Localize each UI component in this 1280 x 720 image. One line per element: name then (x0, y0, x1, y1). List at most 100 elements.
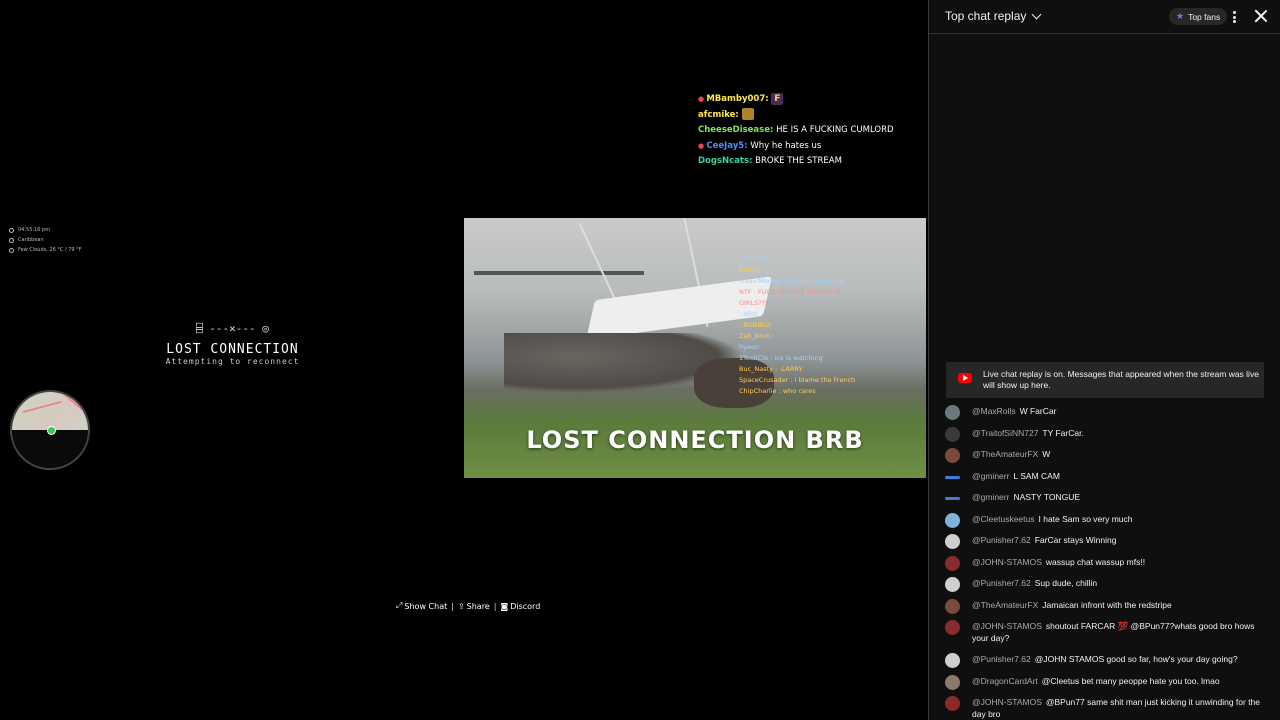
chat-author[interactable]: @gminerr (972, 471, 1009, 481)
avatar[interactable] (945, 653, 960, 668)
chat-author[interactable]: @JOHN-STAMOS (972, 621, 1042, 631)
chat-message[interactable]: @TraitofSiNN727 TY FarCar. (929, 423, 1280, 445)
chat-author[interactable]: @Punisher7.62 (972, 578, 1031, 588)
video-chat-line: SpaceCrusader : I blame the French (739, 376, 856, 384)
video-chat-line: NTF : FUCK UP SHYE INSTED OF (739, 288, 843, 296)
chat-message-text: TY FarCar. (1042, 427, 1084, 438)
stream-chat-text: HE IS A FUCKING CUMLORD (776, 125, 894, 136)
video-chat-line: GIRLS??? (739, 299, 769, 307)
lost-connection-panel: ⌸ ---✕--- ◎ LOST CONNECTION Attempting t… (150, 318, 315, 366)
avatar[interactable] (945, 674, 960, 690)
avatar[interactable] (945, 555, 960, 571)
location-row: Caribbean (9, 235, 82, 245)
chat-message-text: @JOHN STAMOS good so far, how's your day… (1034, 654, 1238, 664)
chat-message-text: L SAM CAM (1013, 470, 1060, 481)
stream-chat-message: CheeseDisease: HE IS A FUCKING CUMLORD (698, 123, 928, 139)
avatar[interactable] (945, 475, 960, 479)
stream-chat-overlay: ● MBamby007: Fafcmike: CheeseDisease: HE… (698, 92, 928, 170)
avatar[interactable] (945, 426, 960, 442)
chat-message[interactable]: @gminerr L SAM CAM (929, 466, 1280, 488)
video-chat-line: 1TestiCle : ice is watching (739, 354, 823, 362)
avatar[interactable] (945, 620, 960, 635)
chat-author[interactable]: @JOHN-STAMOS (972, 697, 1042, 707)
chat-message[interactable]: @Cleetuskeetus I hate Sam so very much (929, 509, 1280, 531)
app-root: 04:55:16 pm Caribbean Few Clouds, 26 °C … (0, 0, 1280, 720)
discord-link[interactable]: ◙ Discord (500, 602, 540, 611)
chat-author[interactable]: @Cleetuskeetus (972, 514, 1035, 524)
top-fans-button[interactable]: ★ Top fans (1169, 8, 1228, 25)
pier (474, 271, 644, 275)
stream-chat-message: ● MBamby007: F (698, 92, 928, 108)
star-icon: ★ (1176, 11, 1185, 21)
chat-message[interactable]: @Punisher7.62 @JOHN STAMOS good so far, h… (929, 649, 1280, 671)
stream-chat-text: Why he hates us (750, 140, 822, 151)
stream-chat-username: CeeJay5: (706, 140, 748, 151)
brb-banner: LOST CONNECTION BRB (526, 426, 864, 454)
show-chat-link[interactable]: ⤢ Show Chat (396, 601, 447, 611)
close-icon[interactable] (1253, 8, 1269, 24)
chat-mode-label: Top chat replay (945, 9, 1027, 23)
chat-message[interactable]: @DragonCardArt @Cleetus bet many peoppe h… (929, 671, 1280, 693)
chat-author[interactable]: @Punisher7.62 (972, 535, 1031, 545)
stream-area: 04:55:16 pm Caribbean Few Clouds, 26 °C … (0, 0, 928, 720)
chat-author[interactable]: @TraitofSiNN727 (972, 428, 1038, 438)
globe-icon: ◎ (262, 322, 269, 335)
chat-message[interactable]: @TheAmateurFX W (929, 444, 1280, 466)
connection-status-icons: ⌸ ---✕--- ◎ (150, 318, 315, 340)
chat-message[interactable]: @TheAmateurFX Jamaican infront with the r… (929, 595, 1280, 617)
avatar[interactable] (945, 534, 960, 549)
avatar[interactable] (945, 405, 960, 420)
video-chat-line: MaxxiMoney : id break skins jaw (739, 277, 845, 285)
discord-icon: ◙ (500, 601, 509, 611)
chat-message-list: @MaxRolls W FarCar @TraitofSiNN727 TY FarCa… (929, 401, 1280, 720)
stream-chat-message: ● CeeJay5: Why he hates us (698, 139, 928, 155)
share-icon: ⇪ (457, 601, 465, 611)
avatar[interactable] (945, 497, 960, 500)
chat-message[interactable]: @MaxRolls W FarCar (929, 401, 1280, 423)
youtube-icon (958, 373, 972, 383)
replay-notice-text: Live chat replay is on. Messages that ap… (983, 369, 1259, 390)
share-link[interactable]: ⇪ Share (458, 602, 490, 611)
video-chat-line: Zah_Bruh : (739, 332, 775, 340)
separator: | (493, 601, 497, 611)
chat-message[interactable]: @JOHN-STAMOS @BPun77 same shit man just k… (929, 692, 1280, 720)
stream-chat-username: DogsNcats: (698, 156, 753, 167)
chat-author[interactable]: @DragonCardArt (972, 676, 1038, 686)
avatar[interactable] (945, 696, 960, 711)
chat-message[interactable]: @JOHN-STAMOS wassup chat wassup mfs!! (929, 552, 1280, 574)
chat-author[interactable]: @Punisher7.62 (972, 654, 1031, 664)
stream-info-overlay: 04:55:16 pm Caribbean Few Clouds, 26 °C … (9, 225, 82, 255)
chat-author[interactable]: @MaxRolls (972, 406, 1016, 416)
emote-icon (741, 108, 754, 121)
avatar[interactable] (945, 598, 960, 614)
chat-author[interactable]: @TheAmateurFX (972, 600, 1038, 610)
disconnect-icon: ---✕--- (209, 322, 256, 335)
location-pin-icon (9, 237, 14, 243)
chat-message[interactable]: @Punisher7.62 Sup dude, chillin (929, 573, 1280, 595)
chat-panel: Top chat replay ★ Top fans Live chat rep… (928, 0, 1280, 720)
chat-author[interactable]: @TheAmateurFX (972, 449, 1038, 459)
chevron-down-icon (1031, 9, 1042, 19)
avatar[interactable] (945, 577, 960, 592)
weather-row: Few Clouds, 26 °C / 79 °F (9, 245, 82, 255)
avatar[interactable] (945, 512, 960, 528)
video-chat-overlay: : Tatical F Zaturn MaxxiMoney : id break s… (739, 254, 855, 397)
video-chat-line: Buc_Nasty : -LARRY (739, 365, 803, 373)
time-text: 04:55:16 pm (18, 227, 51, 233)
top-fans-label: Top fans (1188, 11, 1221, 22)
router-icon: ⌸ (196, 322, 203, 335)
chat-message[interactable]: @Punisher7.62 FarCar stays Winning (929, 530, 1280, 552)
stream-chat-text: BROKE THE STREAM (755, 156, 842, 167)
chat-message[interactable]: @gminerr NASTY TONGUE (929, 487, 1280, 509)
chat-message-text: @Cleetus bet many peoppe hate you too. l… (1041, 675, 1220, 686)
lost-connection-subtitle: Attempting to reconnect (165, 357, 300, 366)
chat-author[interactable]: @gminerr (972, 492, 1009, 502)
chat-author[interactable]: @JOHN-STAMOS (972, 557, 1042, 567)
chat-message[interactable]: @JOHN-STAMOS shoutout FARCAR 💯 @BPun77?wh… (929, 616, 1280, 649)
chat-mode-selector[interactable]: Top chat replay (945, 9, 1042, 23)
weather-text: Few Clouds, 26 °C / 79 °F (18, 247, 82, 253)
more-options-icon[interactable] (1229, 9, 1239, 25)
replay-notice: Live chat replay is on. Messages that ap… (946, 362, 1264, 398)
stream-chat-message: DogsNcats: BROKE THE STREAM (698, 154, 928, 170)
avatar[interactable] (945, 448, 960, 463)
